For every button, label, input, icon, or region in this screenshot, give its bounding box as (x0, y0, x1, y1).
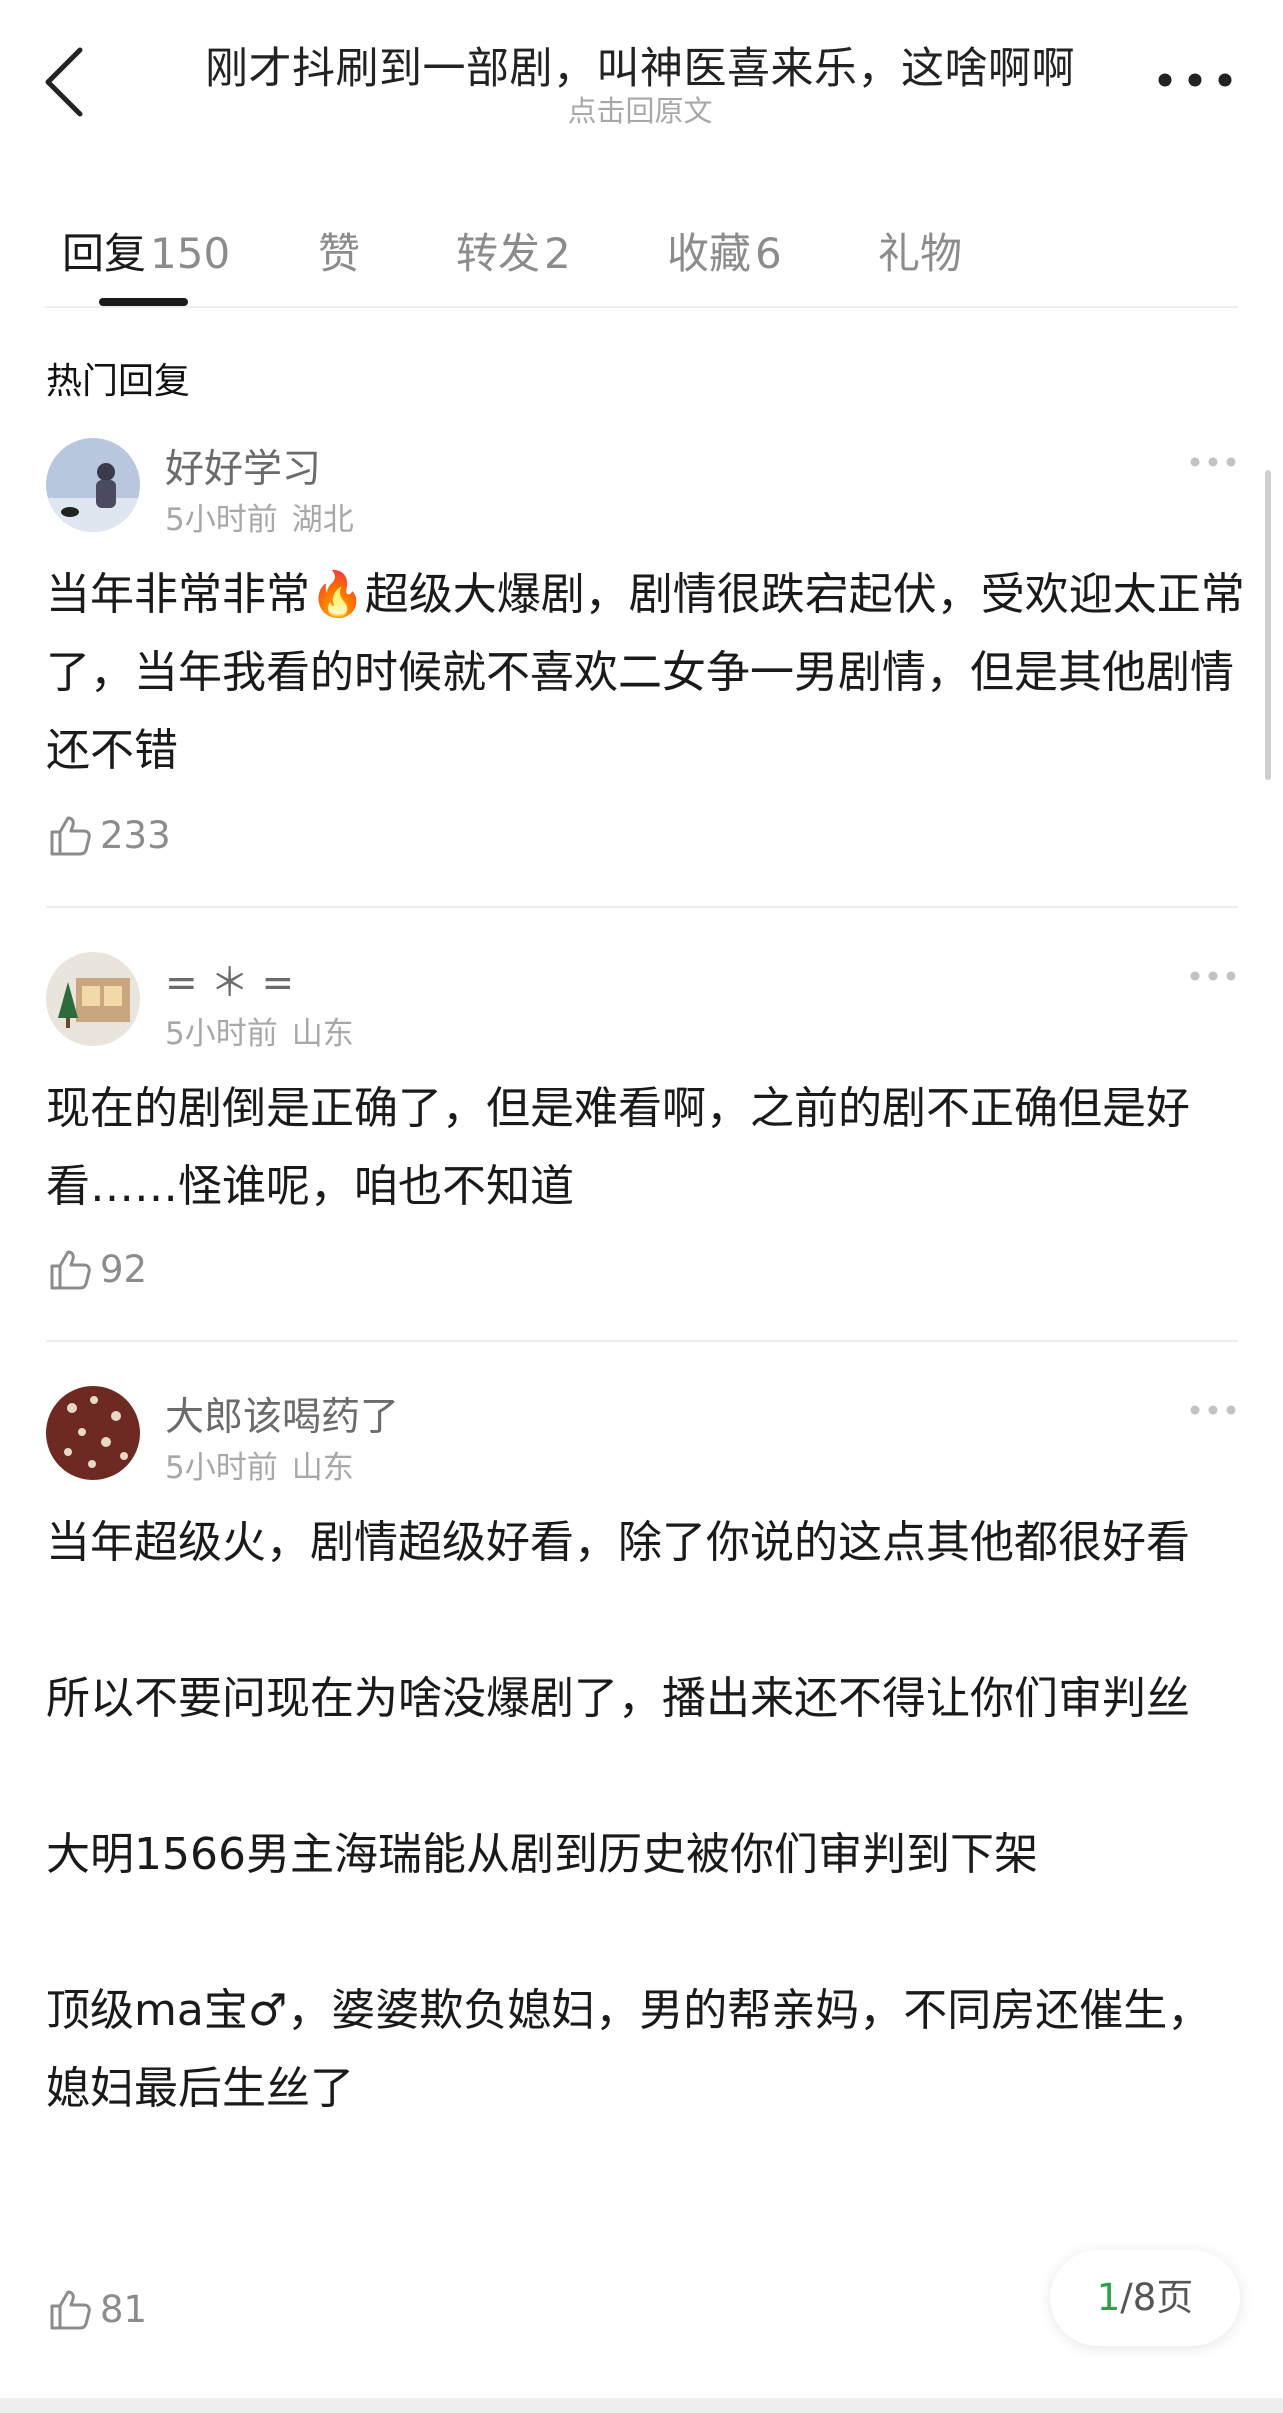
back-button[interactable] (40, 42, 100, 122)
comment-paragraph: 当年超级火，剧情超级好看，除了你说的这点其他都很好看 (46, 1517, 1190, 1568)
comment-options-button[interactable] (1188, 1400, 1238, 1420)
more-icon (1190, 971, 1236, 981)
thumbs-up-icon (50, 816, 91, 856)
avatar-image (46, 952, 140, 1046)
divider (45, 306, 1238, 308)
chevron-left-icon (45, 47, 83, 117)
like-count: 233 (100, 814, 171, 857)
tab-count: 2 (544, 229, 571, 278)
tab-bar: 回复150 赞 转发2 收藏6 礼物 (0, 190, 1283, 308)
thumbs-up-icon (50, 2290, 91, 2330)
comment-text: 当年非常非常🔥超级大爆剧，剧情很跌宕起伏，受欢迎太正常了，当年我看的时候就不喜欢… (46, 556, 1246, 790)
tab-label: 收藏 (667, 229, 752, 278)
tab-reposts[interactable]: 转发2 (456, 220, 571, 281)
username[interactable]: 大郎该喝药了 (165, 1386, 399, 1442)
back-to-original-link[interactable]: 点击回原文 (170, 88, 1110, 130)
total-pages: /8页 (1120, 2276, 1194, 2319)
top-bar: 刚才抖刷到一部剧，叫神医喜来乐，这啥啊啊 点击回原文 (0, 0, 1283, 140)
tab-count: 6 (755, 229, 782, 278)
comment-location: 山东 (291, 1016, 354, 1052)
username[interactable]: 好好学习 (165, 438, 321, 494)
tab-likes[interactable]: 赞 (318, 220, 360, 281)
more-options-button[interactable] (1150, 60, 1240, 100)
post-title[interactable]: 刚才抖刷到一部剧，叫神医喜来乐，这啥啊啊 (170, 34, 1110, 96)
avatar[interactable] (46, 438, 140, 532)
tab-label: 回复 (62, 229, 147, 278)
comment-meta: 5小时前 湖北 (165, 494, 354, 539)
tab-label: 礼物 (878, 229, 963, 278)
more-icon (1190, 1405, 1236, 1415)
comment-time: 5小时前 (165, 1450, 278, 1486)
divider (46, 906, 1238, 908)
username[interactable]: = ＊ = (165, 952, 294, 1008)
more-icon (1190, 457, 1236, 467)
comment-time: 5小时前 (165, 502, 278, 538)
avatar-image (46, 1386, 140, 1480)
like-count: 92 (100, 1248, 148, 1291)
active-tab-indicator (99, 298, 188, 306)
like-count: 81 (100, 2288, 148, 2331)
tab-count: 150 (150, 229, 231, 278)
tab-gifts[interactable]: 礼物 (878, 220, 962, 281)
comment-location: 山东 (291, 1450, 354, 1486)
comment-paragraph: 当年非常非常🔥超级大爆剧，剧情很跌宕起伏，受欢迎太正常了，当年我看的时候就不喜欢… (46, 569, 1245, 776)
comment-paragraph: 所以不要问现在为啥没爆剧了，播出来还不得让你们审判丝 (46, 1673, 1190, 1724)
comment-text: 现在的剧倒是正确了，但是难看啊，之前的剧不正确但是好看……怪谁呢，咱也不知道 (46, 1070, 1246, 1226)
comment-options-button[interactable] (1188, 966, 1238, 986)
comment-paragraph: 顶级ma宝♂，婆婆欺负媳妇，男的帮亲妈，不同房还催生，媳妇最后生丝了 (46, 1985, 1212, 2114)
divider (46, 1340, 1238, 1342)
thumbs-up-icon (50, 1250, 91, 1290)
tab-label: 转发 (456, 229, 541, 278)
comment-meta: 5小时前 山东 (165, 1442, 354, 1487)
avatar[interactable] (46, 952, 140, 1046)
current-page: 1 (1096, 2276, 1121, 2319)
tab-favorites[interactable]: 收藏6 (667, 220, 782, 281)
more-icon (1158, 73, 1232, 87)
tab-label: 赞 (318, 229, 361, 278)
comment-time: 5小时前 (165, 1016, 278, 1052)
avatar[interactable] (46, 1386, 140, 1480)
scrollbar[interactable] (1265, 470, 1271, 780)
comment-location: 湖北 (291, 502, 354, 538)
bottom-edge (0, 2398, 1283, 2413)
page-indicator[interactable]: 1/8页 (1050, 2250, 1240, 2346)
comment-paragraph: 现在的剧倒是正确了，但是难看啊，之前的剧不正确但是好看……怪谁呢，咱也不知道 (46, 1083, 1190, 1212)
comment-meta: 5小时前 山东 (165, 1008, 354, 1053)
section-title: 热门回复 (46, 361, 191, 402)
comment-paragraph: 大明1566男主海瑞能从剧到历史被你们审判到下架 (46, 1829, 1038, 1880)
avatar-image (46, 438, 140, 532)
comment-options-button[interactable] (1188, 452, 1238, 472)
comment-text: 当年超级火，剧情超级好看，除了你说的这点其他都很好看 所以不要问现在为啥没爆剧了… (46, 1504, 1246, 2128)
tab-replies[interactable]: 回复150 (62, 220, 230, 281)
